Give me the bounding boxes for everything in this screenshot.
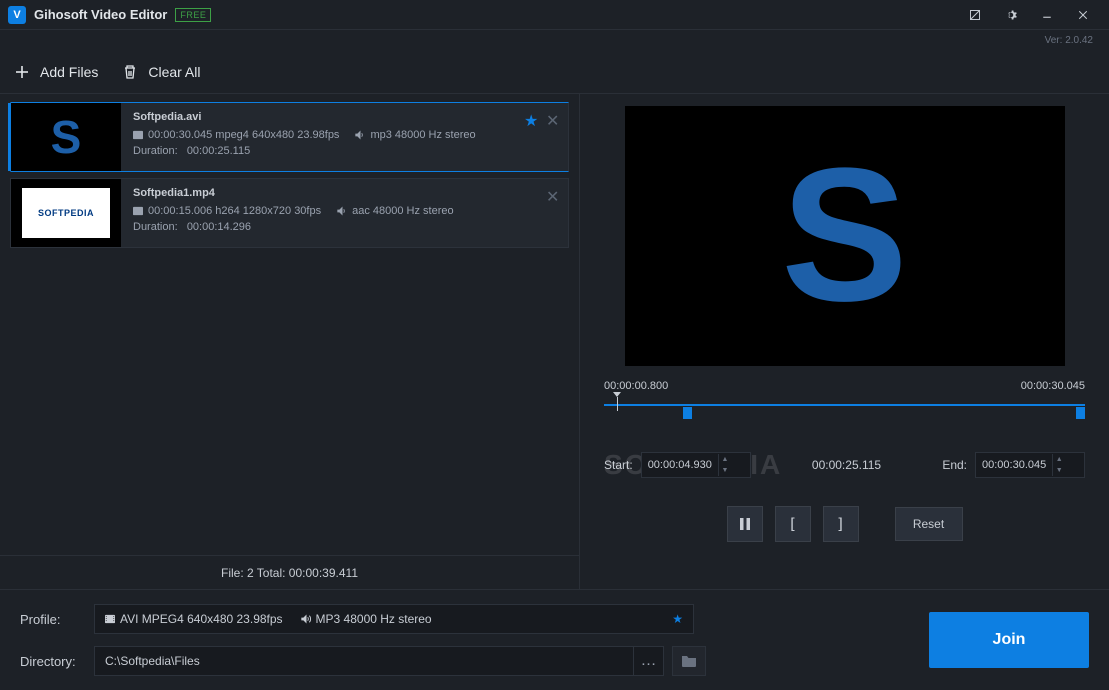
file-item[interactable]: SSoftpedia.avi00:00:30.045 mpeg4 640x480… [10,102,569,172]
file-list-panel: SSoftpedia.avi00:00:30.045 mpeg4 640x480… [0,94,580,589]
start-label: Start: [604,458,633,472]
start-down-icon[interactable]: ▼ [719,465,731,476]
video-preview[interactable]: S [625,106,1065,366]
start-handle[interactable] [683,407,692,419]
profile-select[interactable]: AVI MPEG4 640x480 23.98fps MP3 48000 Hz … [94,604,694,634]
audio-icon [301,614,311,624]
toolbar: Add Files Clear All [0,50,1109,94]
app-title: Gihosoft Video Editor [34,7,167,22]
audio-icon [355,130,365,140]
video-icon [105,614,115,624]
file-name: Softpedia1.mp4 [133,187,556,199]
pause-button[interactable] [727,506,763,542]
directory-clear-button[interactable]: … [634,646,664,676]
video-icon [133,206,143,216]
free-badge: FREE [175,8,211,22]
browse-button[interactable] [672,646,706,676]
reset-button[interactable]: Reset [895,507,963,541]
minimize-button[interactable] [1029,0,1065,29]
close-icon[interactable]: ✕ [546,111,558,123]
current-time: 00:00:00.800 [604,380,668,392]
app-logo-icon: V [8,6,26,24]
end-up-icon[interactable]: ▲ [1053,454,1065,465]
file-thumbnail: SOFTPEDIA [11,179,121,247]
star-icon: ★ [672,612,683,626]
mid-duration: 00:00:25.115 [812,458,881,472]
settings-icon[interactable] [993,0,1029,29]
version-label: Ver: 2.0.42 [0,30,1109,50]
preview-panel: S 00:00:00.800 00:00:30.045 SOFTPEDIA St… [580,94,1109,589]
bottom-bar: Profile: AVI MPEG4 640x480 23.98fps MP3 … [0,589,1109,690]
profile-label: Profile: [20,612,94,627]
end-down-icon[interactable]: ▼ [1053,465,1065,476]
close-button[interactable] [1065,0,1101,29]
playhead-handle[interactable] [617,397,618,411]
set-start-button[interactable]: [ [775,506,811,542]
titlebar: V Gihosoft Video Editor FREE [0,0,1109,30]
audio-icon [337,206,347,216]
start-up-icon[interactable]: ▲ [719,454,731,465]
clear-all-button[interactable]: Clear All [122,64,200,80]
file-summary: File: 2 Total: 00:00:39.411 [0,555,579,589]
end-handle[interactable] [1076,407,1085,419]
end-time-field[interactable]: 00:00:30.045 ▲ ▼ [975,452,1085,478]
close-icon[interactable]: ✕ [546,187,558,199]
add-files-button[interactable]: Add Files [14,64,98,80]
start-time-field[interactable]: 00:00:04.930 ▲ ▼ [641,452,751,478]
end-label: End: [942,458,967,472]
star-icon[interactable]: ★ [524,111,536,123]
file-thumbnail: S [11,103,121,171]
upgrade-icon[interactable] [957,0,993,29]
directory-label: Directory: [20,654,94,669]
join-button[interactable]: Join [929,612,1089,668]
directory-input[interactable] [94,646,634,676]
total-time: 00:00:30.045 [1021,380,1085,392]
set-end-button[interactable]: ] [823,506,859,542]
timeline-slider[interactable] [604,394,1085,424]
file-name: Softpedia.avi [133,111,556,123]
video-icon [133,130,143,140]
file-item[interactable]: SOFTPEDIASoftpedia1.mp400:00:15.006 h264… [10,178,569,248]
